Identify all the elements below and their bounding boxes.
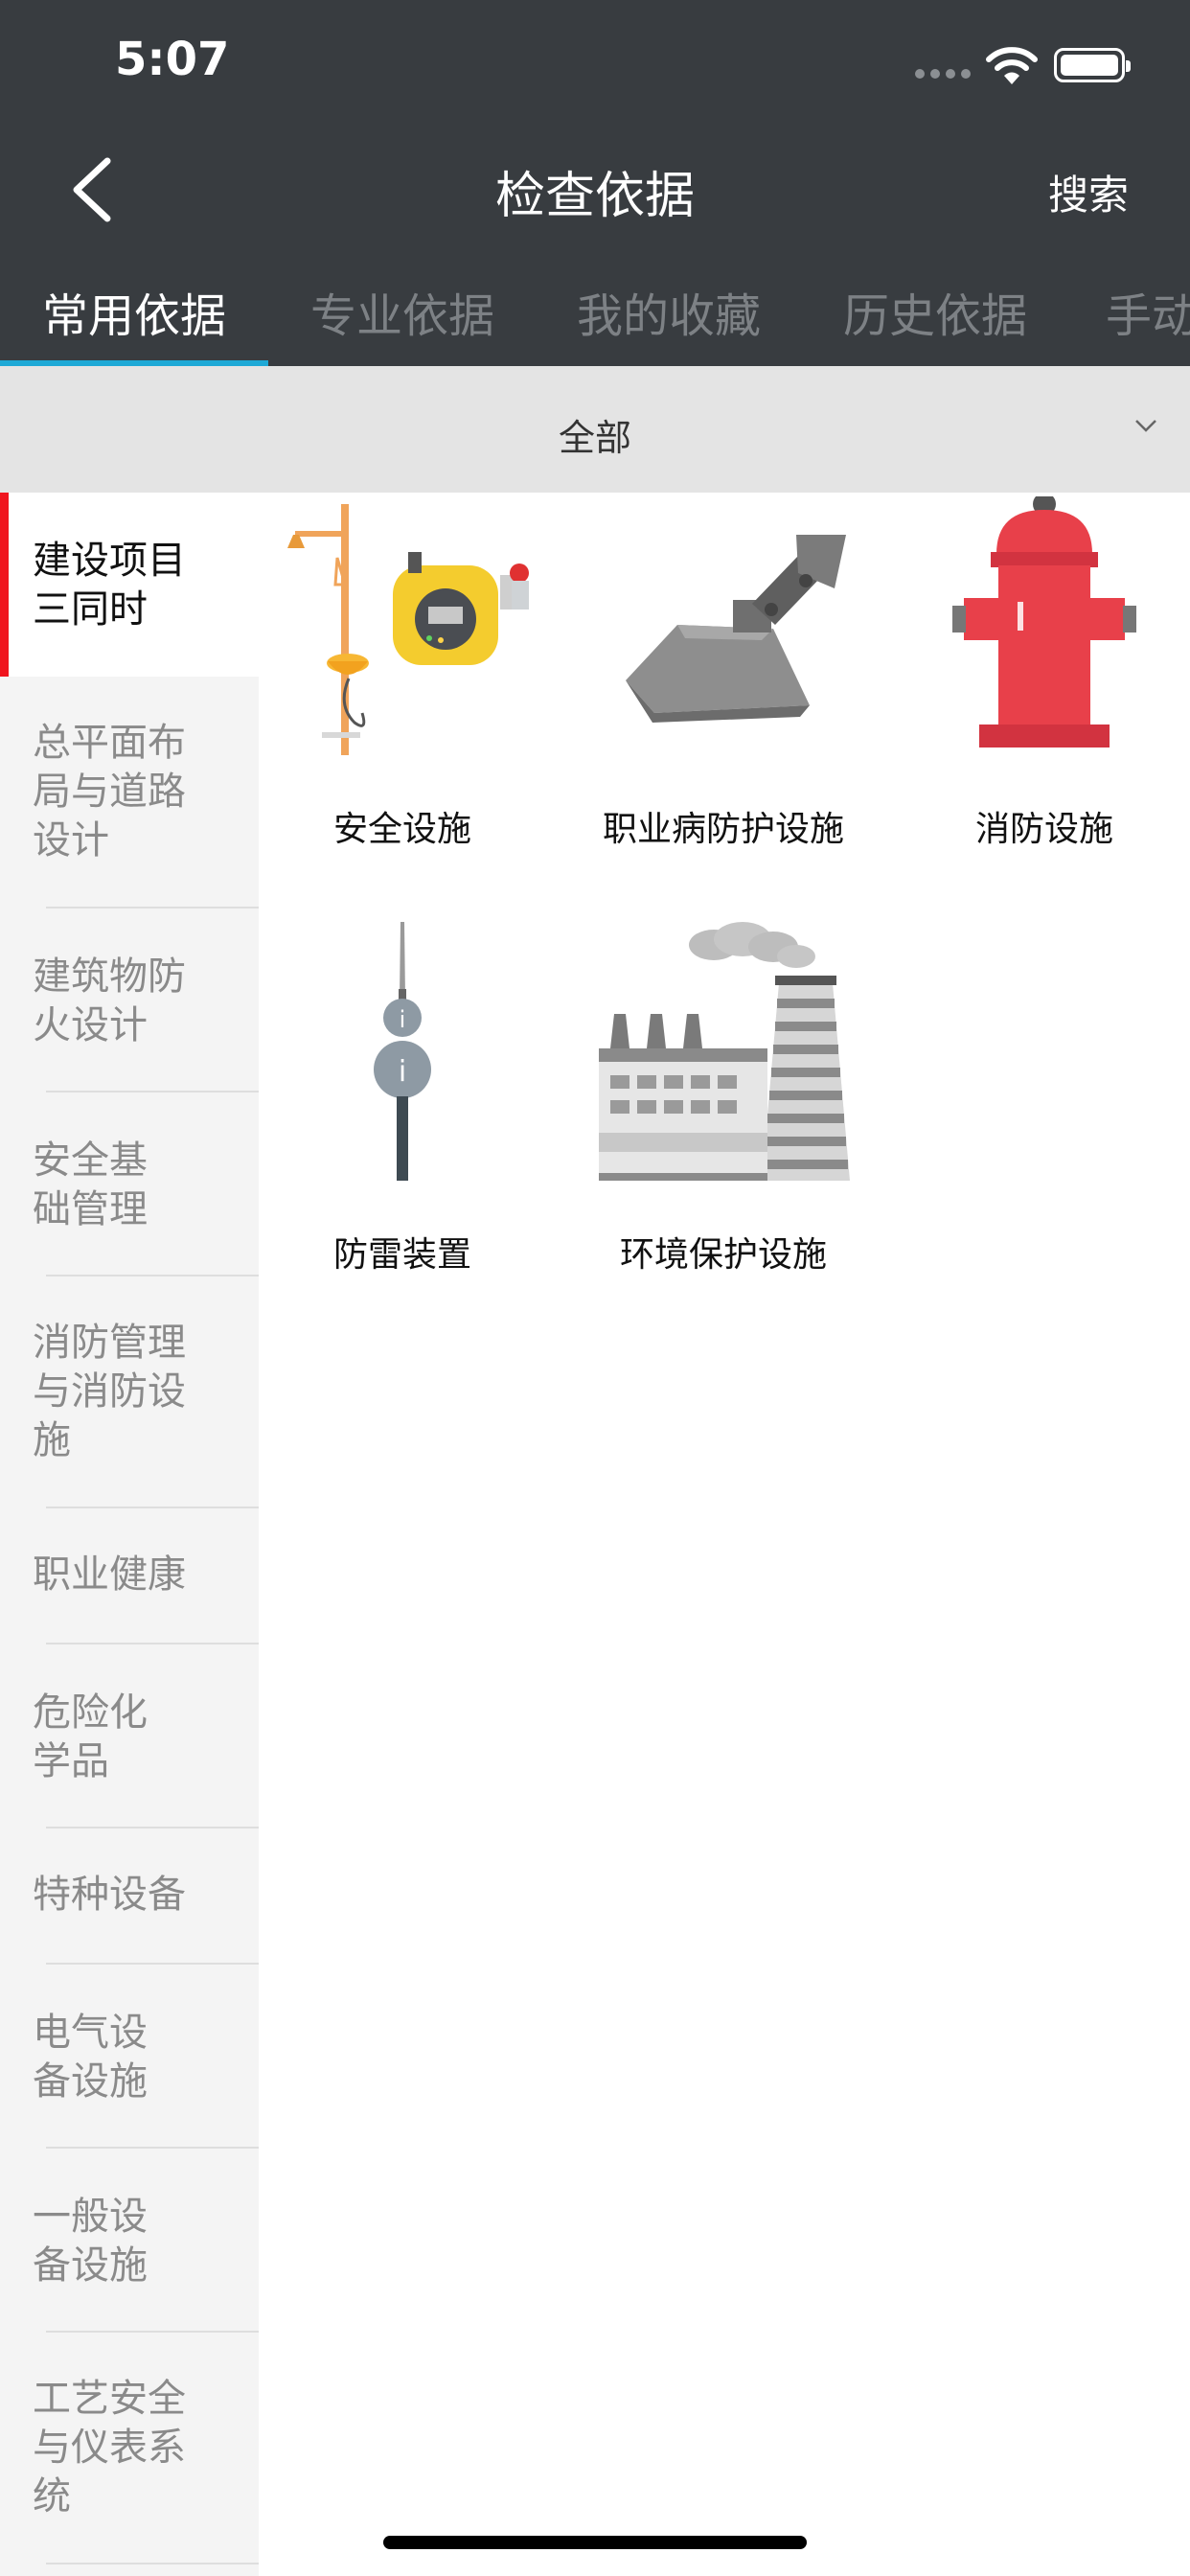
grid-item-caption: 职业病防护设施 — [602, 810, 844, 849]
divider — [46, 2563, 259, 2564]
svg-text:i: i — [399, 1055, 406, 1089]
fire-hydrant-icon — [952, 496, 1136, 748]
sidebar-item-label: 工艺安全 与仪表系 统 — [33, 2377, 186, 2518]
app-header: 5:07 检查依据 搜索 常用依据 专业依据 我的收藏 历史依据 手动 — [0, 0, 1190, 366]
tab-bar: 常用依据 专业依据 我的收藏 历史依据 手动 — [0, 268, 1190, 366]
exhaust-hood-icon — [626, 535, 846, 723]
sidebar-item-label: 特种设备 — [33, 1873, 186, 1917]
sidebar-item-special-equipment[interactable]: 特种设备 — [0, 1828, 259, 1965]
cellular-signal-icon — [915, 69, 973, 79]
eyewash-gas-detector-icon — [287, 504, 529, 755]
sidebar-item-process-safety[interactable]: 工艺安全 与仪表系 统 — [0, 2333, 259, 2564]
tab-my-favorites[interactable]: 我的收藏 — [535, 278, 803, 366]
sidebar-item-fire-management[interactable]: 消防管理 与消防设 施 — [0, 1276, 259, 1508]
category-filter-dropdown[interactable]: 全部 — [0, 366, 1190, 493]
tab-history-basis[interactable]: 历史依据 — [801, 278, 1069, 366]
grid-item-caption: 消防设施 — [974, 810, 1113, 849]
sidebar-item-hazardous-chemicals[interactable]: 危险化 学品 — [0, 1644, 259, 1828]
category-sidebar: 建设项目 三同时 总平面布 局与道路 设计 建筑物防 火设计 安全基 础管理 消… — [0, 493, 259, 2576]
battery-icon — [1054, 48, 1131, 82]
sidebar-item-label: 电气设 备设施 — [33, 2011, 148, 2104]
wifi-icon — [986, 47, 1038, 84]
home-indicator[interactable] — [383, 2536, 807, 2549]
sidebar-item-site-layout[interactable]: 总平面布 局与道路 设计 — [0, 677, 259, 908]
tab-professional-basis[interactable]: 专业依据 — [268, 278, 537, 366]
sidebar-item-label: 危险化 学品 — [33, 1690, 148, 1783]
page-title: 检查依据 — [494, 168, 695, 225]
sidebar-item-label: 消防管理 与消防设 施 — [33, 1321, 186, 1462]
filter-selected-value: 全部 — [558, 417, 631, 459]
factory-chimney-icon — [599, 922, 850, 1181]
sidebar-item-label: 职业健康 — [33, 1552, 186, 1597]
sidebar-item-label: 建设项目 三同时 — [33, 539, 186, 632]
sidebar-item-three-simultaneity[interactable]: 建设项目 三同时 — [0, 493, 259, 677]
status-time: 5:07 — [115, 33, 230, 86]
svg-text:i: i — [400, 1006, 406, 1033]
sidebar-item-label: 安全基 础管理 — [33, 1138, 148, 1231]
tab-manual[interactable]: 手动 — [1106, 278, 1190, 366]
search-button[interactable]: 搜索 — [1048, 163, 1129, 221]
chevron-down-icon — [1135, 420, 1156, 432]
sidebar-item-label: 一般设 备设施 — [33, 2195, 148, 2288]
sidebar-item-general-equipment[interactable]: 一般设 备设施 — [0, 2149, 259, 2333]
sidebar-item-building-fire-design[interactable]: 建筑物防 火设计 — [0, 908, 259, 1092]
tab-common-basis[interactable]: 常用依据 — [0, 278, 268, 366]
lightning-rod-icon: i i — [374, 922, 431, 1181]
active-marker — [0, 493, 9, 677]
sidebar-item-label: 总平面布 局与道路 设计 — [33, 721, 186, 862]
sidebar-item-occupational-health[interactable]: 职业健康 — [0, 1508, 259, 1644]
grid-item-caption: 防雷装置 — [332, 1235, 471, 1275]
sidebar-item-electrical-equipment[interactable]: 电气设 备设施 — [0, 1965, 259, 2149]
sidebar-item-safety-management[interactable]: 安全基 础管理 — [0, 1092, 259, 1276]
grid-item-caption: 环境保护设施 — [619, 1235, 827, 1275]
sidebar-item-label: 建筑物防 火设计 — [33, 954, 186, 1047]
grid-item-caption: 安全设施 — [332, 810, 471, 849]
